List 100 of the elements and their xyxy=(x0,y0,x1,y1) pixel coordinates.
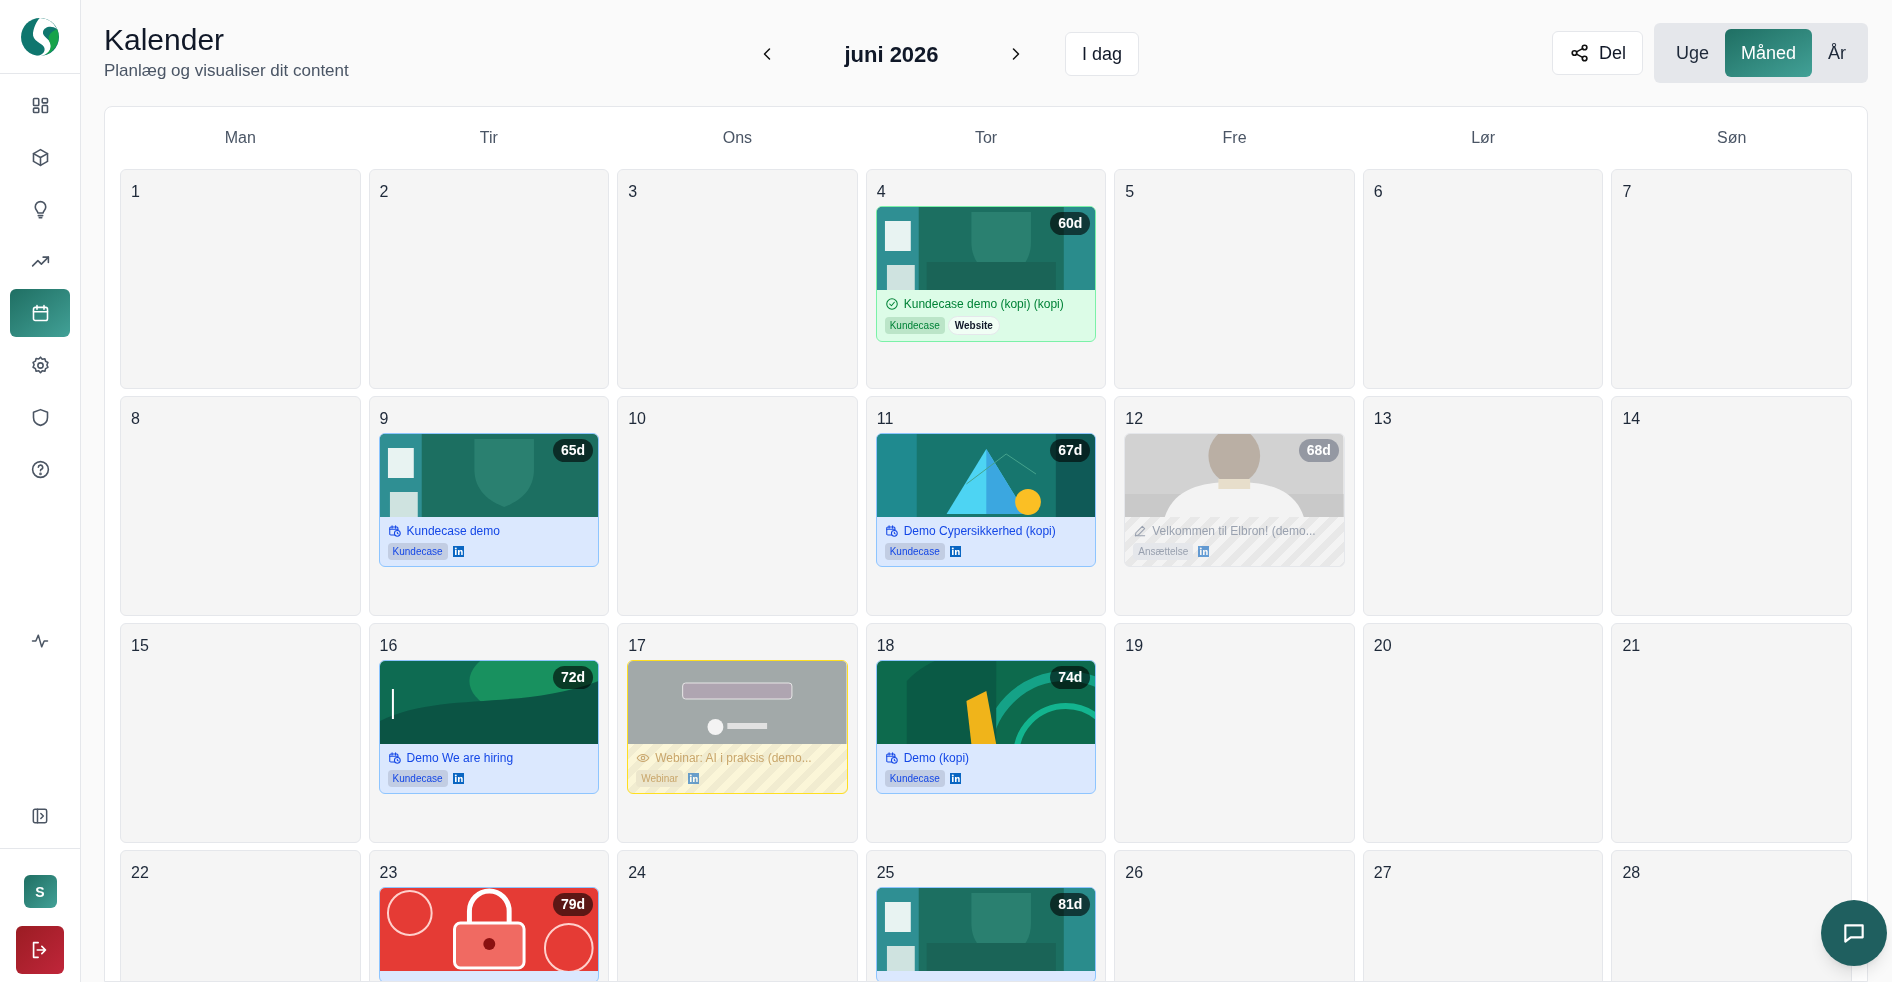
linkedin-icon xyxy=(1198,546,1210,557)
calendar-clock-icon xyxy=(884,751,899,765)
eye-icon xyxy=(636,751,651,765)
post-title: Demo Cypersikkerhed (kopi) xyxy=(903,523,1056,540)
post-card[interactable]: 67d Demo Cypersikkerhed (kopi) Kundecase xyxy=(875,433,1097,567)
day-number: 11 xyxy=(875,409,895,427)
avatar[interactable]: S xyxy=(23,875,57,908)
channel-tag: Website xyxy=(947,316,1000,335)
day-cell[interactable]: 27 xyxy=(1362,850,1604,981)
day-cell[interactable]: 26 xyxy=(1114,850,1355,981)
day-number: 1 xyxy=(130,182,141,200)
linkedin-icon xyxy=(452,773,464,784)
day-cell[interactable]: 15 xyxy=(120,623,361,843)
day-cell[interactable]: 18 74d Demo (kopi) Kundecase xyxy=(865,623,1107,843)
weekday-header: Man xyxy=(224,128,256,148)
category-tag: Kundecase xyxy=(884,317,945,334)
day-cell[interactable]: 17 Webinar: AI i praksis (demo... Webinar xyxy=(617,623,858,843)
day-number: 19 xyxy=(1124,636,1145,654)
day-number: 4 xyxy=(875,182,887,200)
post-card[interactable]: 65d Kundecase demo Kundecase xyxy=(378,433,600,567)
logout-button[interactable] xyxy=(16,926,64,974)
day-number: 15 xyxy=(130,636,150,654)
view-tab[interactable]: Uge xyxy=(1659,29,1725,77)
day-number: 8 xyxy=(130,409,141,427)
day-cell[interactable]: 20 xyxy=(1362,623,1604,843)
linkedin-icon xyxy=(688,773,700,784)
day-number: 9 xyxy=(378,409,390,427)
weekday-header: Tor xyxy=(974,128,998,148)
days-badge: 60d xyxy=(1050,212,1091,235)
category-tag: Kundecase xyxy=(884,770,945,787)
days-badge: 79d xyxy=(553,893,594,916)
day-number: 16 xyxy=(378,636,399,654)
day-number: 5 xyxy=(1124,182,1136,200)
day-cell[interactable]: 21 xyxy=(1611,623,1852,843)
view-tab[interactable]: Måned xyxy=(1724,29,1812,77)
day-number: 22 xyxy=(130,863,150,881)
day-cell[interactable]: 4 60d Kundecase demo (kopi) (kopi) Kundecase Website xyxy=(865,169,1107,389)
days-badge: 65d xyxy=(553,439,594,462)
activity-icon xyxy=(30,631,50,651)
sidebar-toggle-icon xyxy=(30,806,50,826)
post-title: Velkommen til Elbron! (demo... xyxy=(1152,523,1316,540)
day-number: 28 xyxy=(1621,863,1642,881)
category-tag: Webinar xyxy=(636,770,684,787)
weekday-header: Ons xyxy=(722,128,753,148)
days-badge: 74d xyxy=(1050,666,1091,689)
view-tab[interactable]: År xyxy=(1812,29,1862,77)
linkedin-icon xyxy=(949,546,961,557)
day-cell[interactable]: 12 68d Velkommen til Elbron! (demo... Ansættelse xyxy=(1114,396,1355,616)
share-button[interactable]: Del xyxy=(1551,31,1643,75)
day-cell[interactable]: 24 xyxy=(617,850,858,981)
weekday-header: Søn xyxy=(1717,128,1747,148)
day-cell[interactable]: 22 xyxy=(120,850,361,981)
post-title: Kundecase demo xyxy=(406,523,500,540)
day-cell[interactable]: 11 67d Demo Cypersikkerhed (kopi) Kundecase xyxy=(865,396,1107,616)
calendar-clock-icon xyxy=(387,751,402,765)
days-badge: 68d xyxy=(1298,439,1339,462)
days-badge: 72d xyxy=(553,666,594,689)
day-cell[interactable]: 28 xyxy=(1611,850,1852,981)
day-number: 17 xyxy=(627,636,647,654)
post-card[interactable]: 81d xyxy=(875,887,1097,981)
nav-item[interactable] xyxy=(10,289,70,337)
day-cell[interactable]: 7 xyxy=(1611,169,1852,389)
category-tag: Kundecase xyxy=(884,543,945,560)
day-number: 14 xyxy=(1621,409,1642,427)
post-card[interactable]: 60d Kundecase demo (kopi) (kopi) Kundecase Website xyxy=(875,206,1097,342)
calendar-clock-icon xyxy=(387,524,402,538)
day-cell[interactable]: 5 xyxy=(1114,169,1355,389)
day-cell[interactable]: 9 65d Kundecase demo Kundecase xyxy=(368,396,610,616)
post-card[interactable]: 74d Demo (kopi) Kundecase xyxy=(875,660,1097,794)
day-cell[interactable]: 1 xyxy=(120,169,361,389)
day-cell[interactable]: 19 xyxy=(1114,623,1355,843)
day-cell[interactable]: 10 xyxy=(617,396,858,616)
check-circle-icon xyxy=(884,297,899,311)
page-subtitle: Planlæg og visualiser dit content xyxy=(104,60,349,83)
post-card[interactable]: 79d xyxy=(378,887,600,981)
day-cell[interactable]: 8 xyxy=(120,396,361,616)
day-number: 2 xyxy=(378,182,390,200)
category-tag: Ansættelse xyxy=(1133,543,1194,560)
day-cell[interactable]: 23 79d xyxy=(368,850,610,981)
day-cell[interactable]: 16 72d Demo We are hiring Kundecase xyxy=(368,623,610,843)
day-cell[interactable]: 25 81d xyxy=(865,850,1107,981)
days-badge: 81d xyxy=(1050,893,1091,916)
days-badge: 67d xyxy=(1050,439,1091,462)
post-card[interactable]: 72d Demo We are hiring Kundecase xyxy=(378,660,600,794)
day-cell[interactable]: 6 xyxy=(1362,169,1604,389)
category-tag: Kundecase xyxy=(387,770,448,787)
pencil-icon xyxy=(1133,524,1148,538)
day-cell[interactable]: 13 xyxy=(1362,396,1604,616)
share-icon xyxy=(1568,42,1591,64)
day-cell[interactable]: 2 xyxy=(368,169,610,389)
calendar-clock-icon xyxy=(884,524,899,538)
weekday-header: Lør xyxy=(1471,128,1496,148)
post-title: Kundecase demo (kopi) (kopi) xyxy=(903,296,1064,313)
day-cell[interactable]: 3 xyxy=(617,169,858,389)
today-button[interactable]: I dag xyxy=(1065,32,1140,76)
help-icon xyxy=(29,458,51,480)
linkedin-icon xyxy=(452,546,464,557)
page-title: Kalender xyxy=(104,22,226,59)
day-cell[interactable]: 14 xyxy=(1611,396,1852,616)
day-number: 10 xyxy=(627,409,647,427)
